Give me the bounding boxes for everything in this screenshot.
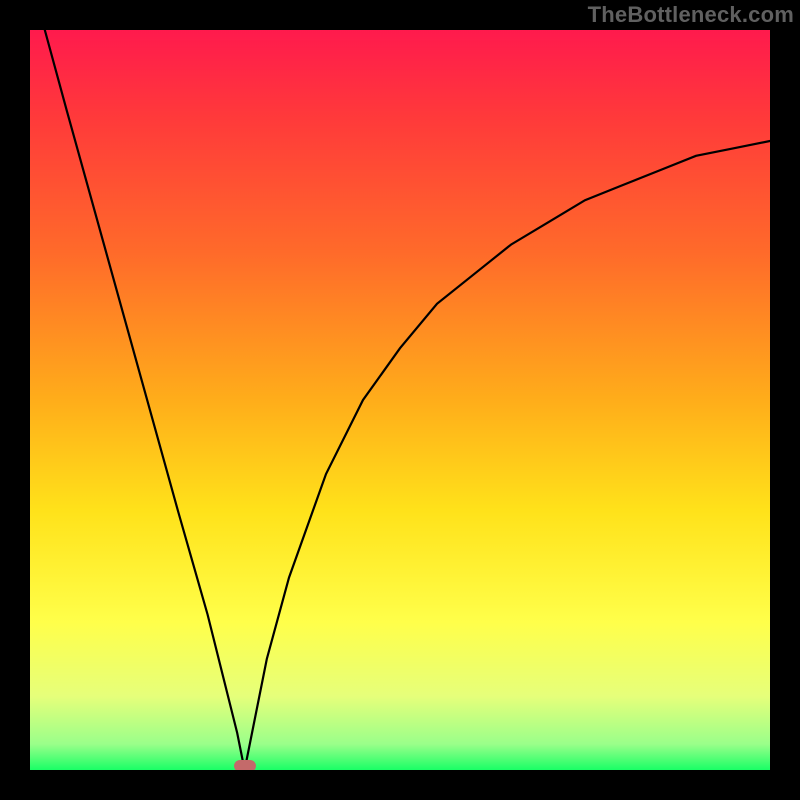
gradient-background (30, 30, 770, 770)
plot-area (30, 30, 770, 770)
chart-frame: TheBottleneck.com (0, 0, 800, 800)
watermark-text: TheBottleneck.com (588, 2, 794, 28)
chart-svg (30, 30, 770, 770)
minimum-marker (234, 760, 256, 770)
